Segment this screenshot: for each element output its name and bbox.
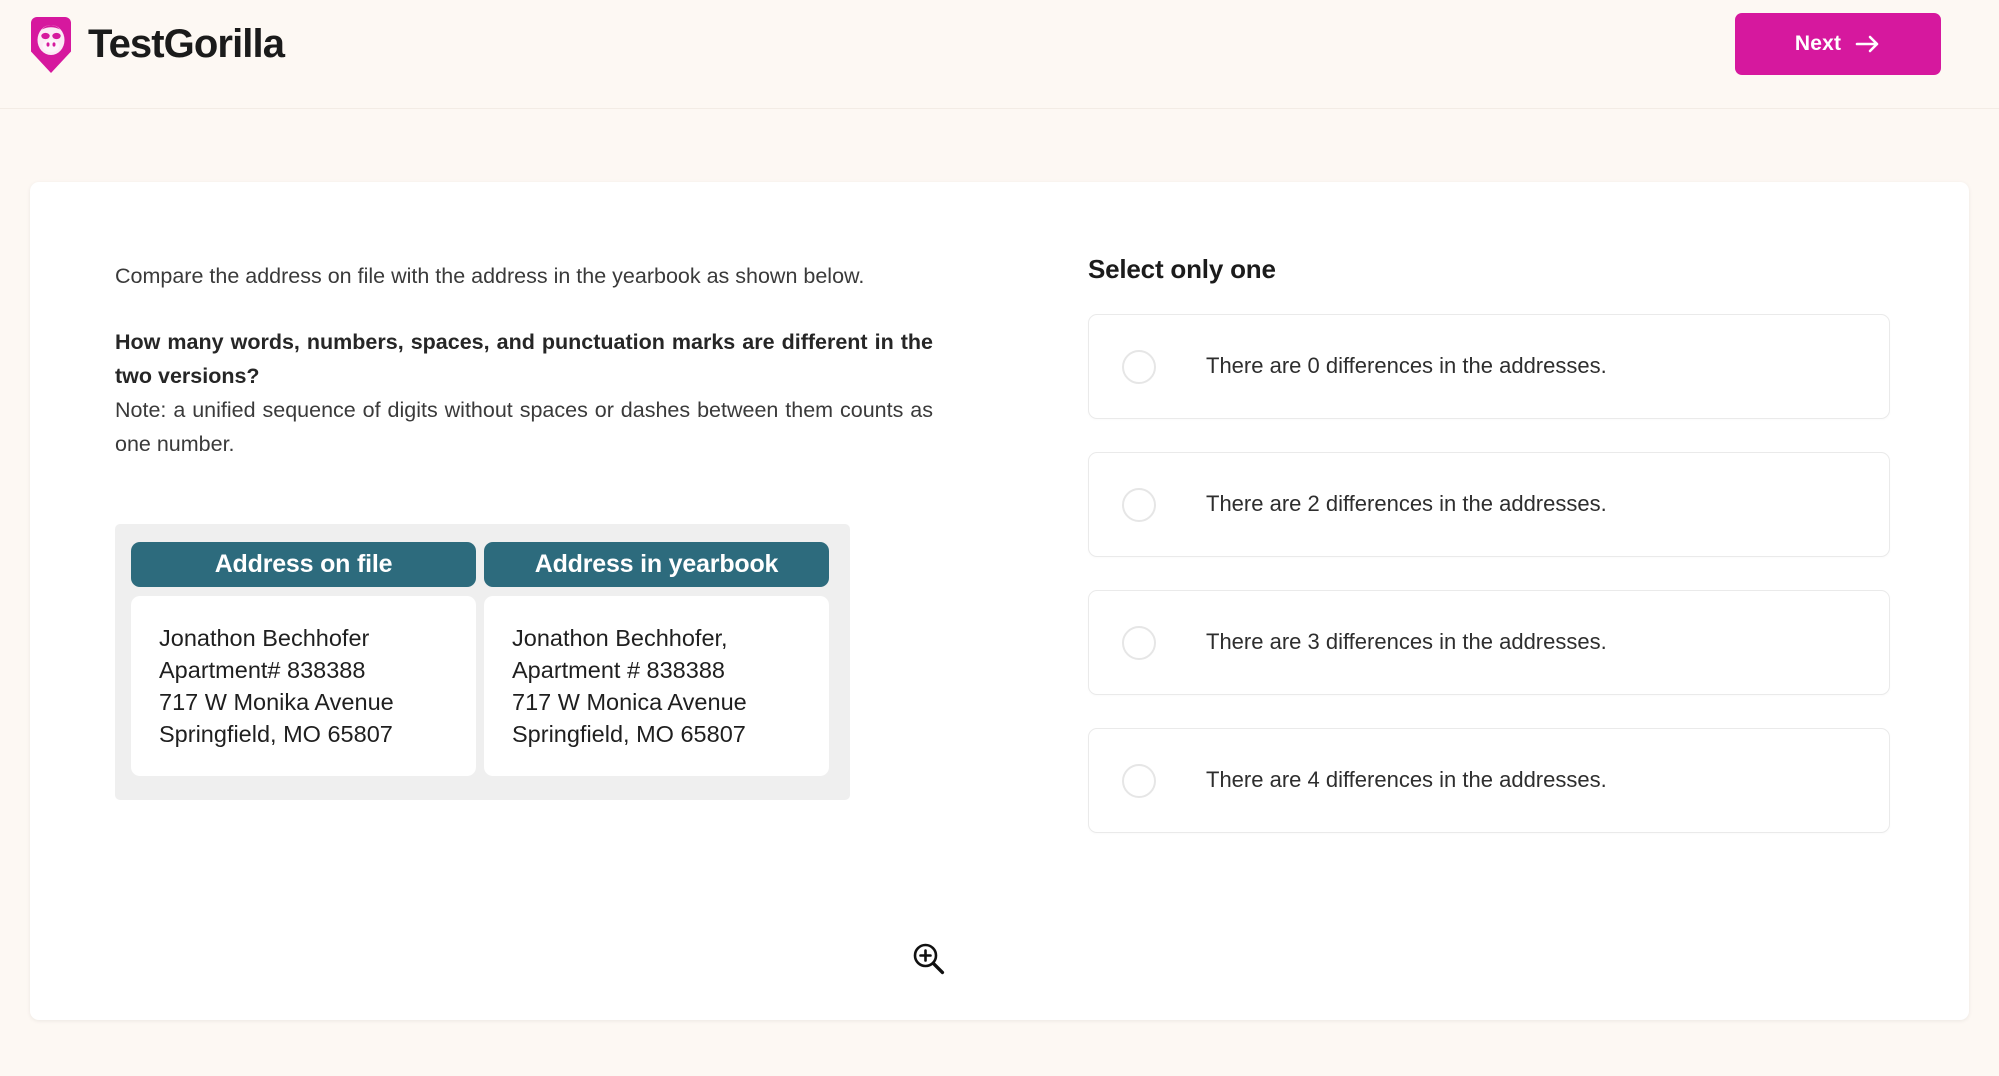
radio-button-icon[interactable] [1122,625,1156,660]
address-line: Apartment# 838388 [159,657,366,683]
gorilla-shield-logo-icon [27,13,75,75]
answer-option-2[interactable]: There are 3 differences in the addresses… [1088,590,1890,695]
question-column: Compare the address on file with the add… [115,259,935,461]
address-on-file-header: Address on file [131,542,476,587]
answer-option-label: There are 2 differences in the addresses… [1206,491,1607,517]
radio-button-icon[interactable] [1122,763,1156,798]
address-column-yearbook: Address in yearbook Jonathon Bechhofer, … [484,542,829,776]
answer-options-list: There are 0 differences in the addresses… [1058,314,1890,833]
address-line: Jonathon Bechhofer [159,625,370,651]
address-line: Springfield, MO 65807 [159,721,393,747]
answers-column: Select only one There are 0 differences … [1058,254,1890,833]
answer-option-0[interactable]: There are 0 differences in the addresses… [1088,314,1890,419]
question-intro: Compare the address on file with the add… [115,264,865,288]
address-line: Jonathon Bechhofer, [512,625,728,651]
question-card: Compare the address on file with the add… [30,182,1969,1020]
address-line: Springfield, MO 65807 [512,721,746,747]
brand-name: TestGorilla [88,22,285,66]
question-prompt: How many words, numbers, spaces, and pun… [115,330,933,388]
address-in-yearbook-header: Address in yearbook [484,542,829,587]
next-button-label: Next [1794,32,1842,55]
brand: TestGorilla [27,13,285,75]
answer-option-label: There are 4 differences in the addresses… [1206,767,1607,793]
answer-option-label: There are 0 differences in the addresses… [1206,353,1607,379]
magnifier-plus-icon[interactable] [910,940,948,978]
answer-option-1[interactable]: There are 2 differences in the addresses… [1088,452,1890,557]
address-column-on-file: Address on file Jonathon Bechhofer Apart… [131,542,476,776]
radio-button-icon[interactable] [1122,487,1156,522]
radio-button-icon[interactable] [1122,349,1156,384]
top-bar: TestGorilla Next [0,0,1999,109]
address-line: 717 W Monica Avenue [512,689,747,715]
address-on-file-body: Jonathon Bechhofer Apartment# 838388 717… [131,596,476,776]
question-note: Note: a unified sequence of digits witho… [115,398,933,456]
arrow-right-icon [1855,34,1881,54]
address-in-yearbook-body: Jonathon Bechhofer, Apartment # 838388 7… [484,596,829,776]
next-button[interactable]: Next [1735,13,1941,75]
address-line: Apartment # 838388 [512,657,725,683]
answers-title: Select only one [1088,254,1276,284]
address-line: 717 W Monika Avenue [159,689,394,715]
answer-option-3[interactable]: There are 4 differences in the addresses… [1088,728,1890,833]
answer-option-label: There are 3 differences in the addresses… [1206,629,1607,655]
address-compare-table: Address on file Jonathon Bechhofer Apart… [115,524,850,800]
